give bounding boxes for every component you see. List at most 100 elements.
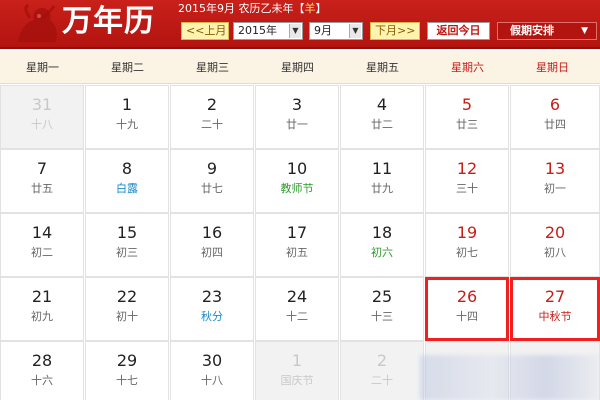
holiday-schedule-dropdown[interactable]: 假期安排 ▼ <box>497 22 597 40</box>
day-cell[interactable]: 19 初七 <box>425 213 509 277</box>
day-cell[interactable]: 15 初三 <box>85 213 169 277</box>
weekday-label: 星期三 <box>196 61 229 74</box>
day-cell[interactable]: 28 十六 <box>0 341 84 400</box>
app-title: 万年历 <box>62 4 155 39</box>
day-number: 31 <box>31 95 53 114</box>
day-number: 3 <box>291 95 303 114</box>
zodiac-label: 羊 <box>304 2 316 15</box>
day-cell[interactable]: 31 十八 <box>0 85 84 149</box>
day-number: 10 <box>286 159 308 178</box>
lunar-day-label: 初二 <box>31 246 53 259</box>
lunar-day-label: 初九 <box>31 310 53 323</box>
day-cell[interactable]: 7 廿五 <box>0 149 84 213</box>
day-number: 1 <box>121 95 133 114</box>
holiday-schedule-label: 假期安排 <box>510 24 554 37</box>
day-cell[interactable]: 25 十三 <box>340 277 424 341</box>
lunar-day-label: 初一 <box>544 182 566 195</box>
lunar-day-label: 廿三 <box>456 118 478 131</box>
festival-label: 教师节 <box>280 182 314 195</box>
lunar-day-label: 廿五 <box>31 182 53 195</box>
goat-logo-icon <box>18 3 57 42</box>
day-cell[interactable]: 3 廿一 <box>255 85 339 149</box>
chevron-down-icon: ▼ <box>289 24 301 38</box>
day-cell[interactable]: 2 二十 <box>170 85 254 149</box>
day-number: 16 <box>201 223 223 242</box>
lunar-day-label: 三十 <box>456 182 478 195</box>
lunar-day-label: 十七 <box>116 374 138 387</box>
weekday-label: 星期二 <box>111 61 144 74</box>
day-number: 26 <box>456 287 478 306</box>
day-cell[interactable]: 4 廿二 <box>340 85 424 149</box>
lunar-day-label: 十九 <box>116 118 138 131</box>
lunar-day-label: 二十 <box>371 374 393 387</box>
day-cell[interactable]: 5 廿三 <box>425 85 509 149</box>
lunar-day-label: 初五 <box>286 246 308 259</box>
day-number: 12 <box>456 159 478 178</box>
lunar-day-label: 十六 <box>31 374 53 387</box>
date-info-text: 2015年9月 农历乙未年【 <box>178 2 305 15</box>
day-cell[interactable]: 22 初十 <box>85 277 169 341</box>
day-cell[interactable]: 17 初五 <box>255 213 339 277</box>
back-to-today-button[interactable]: 返回今日 <box>427 22 490 40</box>
day-number: 18 <box>371 223 393 242</box>
day-number: 1 <box>291 351 303 370</box>
day-number: 19 <box>456 223 478 242</box>
day-number: 13 <box>544 159 566 178</box>
day-cell[interactable]: 18 初六 <box>340 213 424 277</box>
day-cell[interactable]: 1 国庆节 <box>255 341 339 400</box>
lunar-day-label: 廿二 <box>371 118 393 131</box>
chevron-down-icon: ▼ <box>581 26 588 36</box>
prev-month-button[interactable]: <<上月 <box>181 22 229 40</box>
lunar-day-label: 十四 <box>456 310 478 323</box>
day-cell[interactable]: 21 初九 <box>0 277 84 341</box>
day-number: 17 <box>286 223 308 242</box>
lunar-day-label: 十三 <box>371 310 393 323</box>
year-select[interactable]: 2015年 ▼ <box>233 22 303 40</box>
day-number: 21 <box>31 287 53 306</box>
day-cell[interactable]: 20 初八 <box>510 213 600 277</box>
lunar-day-label: 初八 <box>544 246 566 259</box>
day-number: 7 <box>36 159 48 178</box>
day-cell[interactable]: 29 十七 <box>85 341 169 400</box>
day-cell[interactable]: 11 廿九 <box>340 149 424 213</box>
lunar-day-label: 初十 <box>116 310 138 323</box>
day-cell[interactable]: 26 十四 <box>425 277 509 341</box>
solar-term-label: 白露 <box>116 182 138 195</box>
weekday-label: 星期六 <box>451 61 484 74</box>
day-cell[interactable]: 16 初四 <box>170 213 254 277</box>
chevron-down-icon: ▼ <box>349 24 361 38</box>
day-cell[interactable]: 1 十九 <box>85 85 169 149</box>
day-cell[interactable]: 24 十二 <box>255 277 339 341</box>
lunar-date-info: 2015年9月 农历乙未年【羊】 <box>178 2 327 16</box>
day-cell[interactable]: 14 初二 <box>0 213 84 277</box>
day-number: 2 <box>206 95 218 114</box>
weekday-label: 星期四 <box>281 61 314 74</box>
day-cell[interactable]: 8 白露 <box>85 149 169 213</box>
weekday-label: 星期日 <box>536 61 569 74</box>
day-cell[interactable]: 13 初一 <box>510 149 600 213</box>
day-cell[interactable]: 9 廿七 <box>170 149 254 213</box>
day-cell[interactable]: 27 中秋节 <box>510 277 600 341</box>
day-cell[interactable]: 10 教师节 <box>255 149 339 213</box>
lunar-day-label: 廿一 <box>286 118 308 131</box>
month-select-value: 9月 <box>314 24 332 37</box>
day-number: 25 <box>371 287 393 306</box>
day-number: 20 <box>544 223 566 242</box>
day-number: 24 <box>286 287 308 306</box>
lunar-day-label: 廿七 <box>201 182 223 195</box>
lunar-day-label: 初四 <box>201 246 223 259</box>
day-cell[interactable]: 2 二十 <box>340 341 424 400</box>
festival-label: 国庆节 <box>280 374 314 387</box>
calendar-grid: 31 十八 1 十九 2 二十 3 廿一 4 廿二 5 廿三 6 廿四 7 廿五 8 白露 9 廿七 10 教师节 11 廿九… <box>0 85 600 400</box>
day-cell[interactable]: 12 三十 <box>425 149 509 213</box>
day-cell[interactable]: 23 秋分 <box>170 277 254 341</box>
next-month-button[interactable]: 下月>> <box>370 22 420 40</box>
year-select-value: 2015年 <box>238 24 277 37</box>
weekday-label: 星期五 <box>366 61 399 74</box>
day-cell[interactable]: 6 廿四 <box>510 85 600 149</box>
festival-label: 中秋节 <box>538 310 572 323</box>
lunar-day-label: 初七 <box>456 246 478 259</box>
solar-term-label: 秋分 <box>201 310 223 323</box>
month-select[interactable]: 9月 ▼ <box>309 22 363 40</box>
day-cell[interactable]: 30 十八 <box>170 341 254 400</box>
